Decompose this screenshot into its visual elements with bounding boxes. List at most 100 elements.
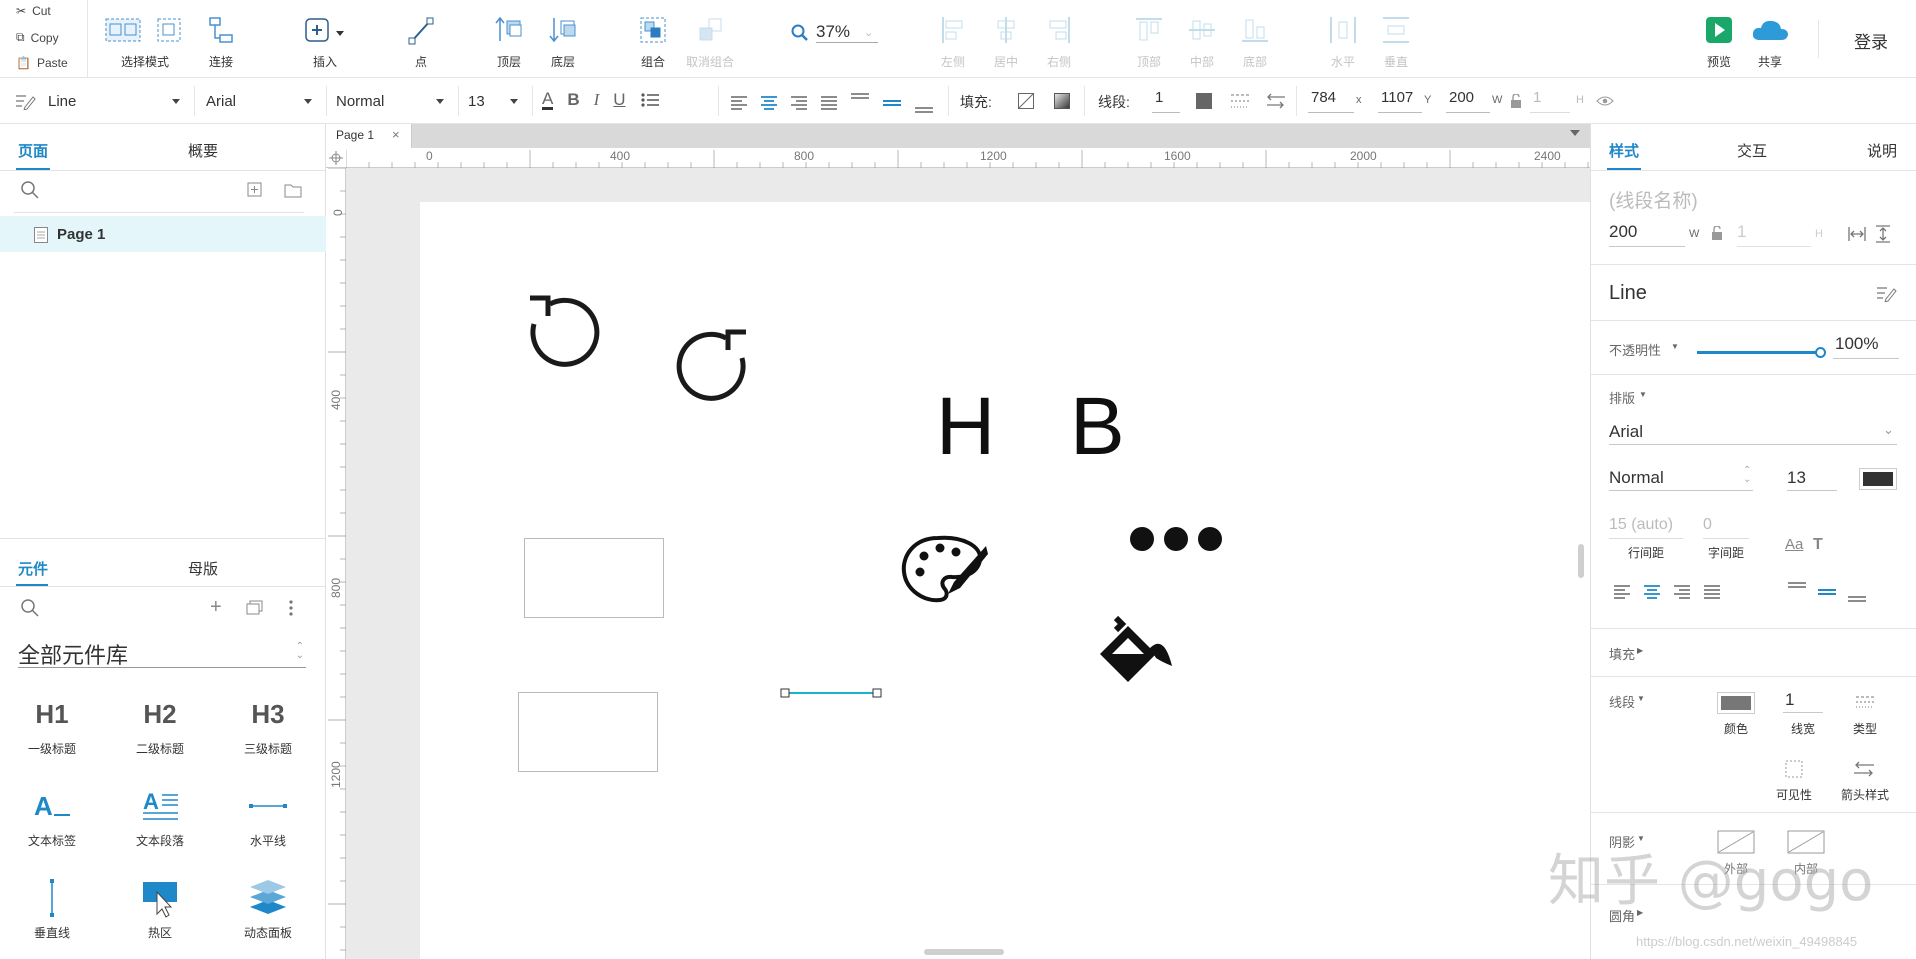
font-family-select[interactable]: Arial — [1609, 422, 1643, 442]
opacity-slider[interactable] — [1697, 346, 1826, 360]
slider-handle[interactable] — [1815, 347, 1826, 358]
insert-button[interactable]: 插入 — [300, 14, 350, 70]
valign-top-icon[interactable] — [850, 92, 870, 114]
widget-hotspot[interactable]: 热区 — [110, 878, 210, 941]
paste-button[interactable]: 📋 Paste — [16, 56, 68, 70]
redo-icon[interactable] — [674, 326, 752, 406]
height-input[interactable]: 1 — [1530, 89, 1570, 113]
stroke-width-input[interactable]: 1 — [1152, 89, 1180, 113]
tab-masters[interactable]: 母版 — [188, 558, 218, 579]
group-button[interactable]: 组合 — [638, 14, 668, 70]
widget-dynamic-panel[interactable]: 动态面板 — [218, 878, 318, 941]
vertical-scrollbar[interactable] — [1578, 544, 1584, 578]
tab-pages[interactable]: 页面 — [18, 140, 48, 161]
font-size-input[interactable]: 13 — [1787, 468, 1806, 488]
page-canvas[interactable]: H B — [420, 202, 1590, 959]
tab-interaction[interactable]: 交互 — [1737, 140, 1767, 161]
y-input[interactable]: 1107 — [1378, 89, 1422, 113]
add-folder-icon[interactable] — [284, 182, 302, 198]
widget-h3[interactable]: H3 三级标题 — [218, 694, 318, 757]
fill-gradient-icon[interactable] — [1054, 93, 1070, 109]
font-weight-select[interactable]: Normal — [336, 89, 450, 113]
document-tab-page-1[interactable]: Page 1 × — [326, 124, 412, 148]
heading-icon[interactable]: H — [936, 382, 995, 472]
valign-middle-icon[interactable] — [1817, 580, 1837, 604]
library-manage-icon[interactable] — [246, 600, 264, 616]
align-text-left-icon[interactable] — [1613, 584, 1631, 600]
valign-top-icon[interactable] — [1787, 580, 1807, 604]
widget-text-paragraph[interactable]: A 文本段落 — [110, 786, 210, 849]
underline-icon[interactable]: U — [613, 90, 625, 110]
add-page-icon[interactable] — [247, 182, 263, 198]
selected-horizontal-line[interactable] — [778, 686, 884, 700]
widget-style-name[interactable]: Line — [1609, 282, 1647, 305]
close-icon[interactable]: × — [392, 127, 400, 142]
preview-button[interactable]: 预览 — [1704, 14, 1734, 70]
bold-icon[interactable]: B — [1070, 382, 1125, 472]
width-input[interactable]: 200 — [1609, 222, 1637, 242]
fill-section-label[interactable]: 填充 — [1609, 644, 1635, 663]
widget-horizontal-line[interactable]: 水平线 — [218, 786, 318, 849]
valign-middle-icon[interactable] — [882, 92, 902, 114]
login-button[interactable]: 登录 — [1854, 28, 1888, 53]
widget-name-input[interactable]: (线段名称) — [1609, 186, 1698, 213]
eye-icon[interactable] — [1596, 95, 1614, 107]
select-mode-button[interactable]: 选择模式 — [104, 14, 186, 70]
text-shadow-icon[interactable]: T — [1813, 536, 1823, 554]
tab-list-chevron-icon[interactable] — [1570, 130, 1580, 136]
widget-text-label[interactable]: A 文本标签 — [2, 786, 102, 849]
point-button[interactable]: 点 — [406, 14, 436, 70]
fill-none-icon[interactable] — [1018, 93, 1034, 109]
stroke-pattern-icon[interactable] — [1855, 694, 1875, 710]
send-to-bottom-button[interactable]: 底层 — [548, 14, 578, 70]
font-size-select[interactable]: 13 — [468, 89, 524, 113]
arrow-style-icon[interactable] — [1266, 92, 1286, 110]
distribute-horizontal-button[interactable]: 水平 — [1328, 14, 1358, 70]
fit-width-icon[interactable] — [1847, 226, 1867, 242]
bold-icon[interactable]: B — [567, 90, 579, 110]
font-weight-select[interactable]: Normal — [1609, 468, 1664, 488]
valign-bottom-icon[interactable] — [914, 92, 934, 114]
more-dots-icon[interactable] — [1128, 524, 1228, 554]
fit-height-icon[interactable] — [1875, 224, 1891, 244]
align-bottom-button[interactable]: 底部 — [1240, 14, 1270, 70]
align-text-right-icon[interactable] — [1673, 584, 1691, 600]
tab-style[interactable]: 样式 — [1609, 140, 1639, 161]
tab-widgets[interactable]: 元件 — [18, 558, 48, 579]
arrow-style-icon[interactable] — [1853, 760, 1875, 778]
font-color-icon[interactable]: A — [542, 90, 554, 110]
undo-icon[interactable] — [524, 292, 602, 372]
library-select[interactable]: 全部元件库 ⌃ ⌄ — [18, 638, 306, 668]
add-library-icon[interactable]: + — [210, 596, 222, 619]
palette-icon[interactable] — [898, 532, 988, 606]
widget-type-select[interactable]: Line — [14, 89, 186, 113]
width-input[interactable]: 200 — [1446, 89, 1490, 113]
ungroup-button[interactable]: 取消组合 — [686, 14, 734, 70]
distribute-vertical-button[interactable]: 垂直 — [1381, 14, 1411, 70]
widget-vertical-line[interactable]: 垂直线 — [2, 878, 102, 941]
horizontal-scrollbar[interactable] — [924, 949, 1004, 955]
stroke-color-icon[interactable] — [1196, 93, 1212, 109]
align-text-justify-icon[interactable] — [820, 95, 838, 111]
italic-icon[interactable]: I — [594, 90, 600, 110]
lock-icon[interactable] — [1510, 94, 1522, 108]
align-text-center-icon[interactable] — [760, 95, 778, 111]
text-case-icon[interactable]: Aa — [1785, 536, 1803, 553]
bullet-list-icon[interactable] — [640, 92, 660, 108]
visibility-icon[interactable] — [1785, 760, 1803, 778]
align-middle-button[interactable]: 中部 — [1187, 14, 1217, 70]
rectangle-box[interactable] — [524, 538, 664, 618]
valign-bottom-icon[interactable] — [1847, 580, 1867, 604]
connect-button[interactable]: 连接 — [206, 14, 236, 70]
font-family-select[interactable]: Arial — [206, 89, 318, 113]
align-text-right-icon[interactable] — [790, 95, 808, 111]
align-text-left-icon[interactable] — [730, 95, 748, 111]
cut-button[interactable]: ✂ Cut — [16, 4, 51, 18]
stroke-width-input[interactable]: 1 — [1785, 690, 1794, 710]
search-icon[interactable] — [20, 598, 40, 618]
align-text-center-icon[interactable] — [1643, 584, 1661, 600]
edit-style-icon[interactable] — [1875, 284, 1897, 302]
tab-notes[interactable]: 说明 — [1867, 140, 1897, 161]
font-color-swatch[interactable] — [1859, 468, 1897, 490]
line-spacing-input[interactable]: 15 (auto) — [1609, 516, 1673, 534]
